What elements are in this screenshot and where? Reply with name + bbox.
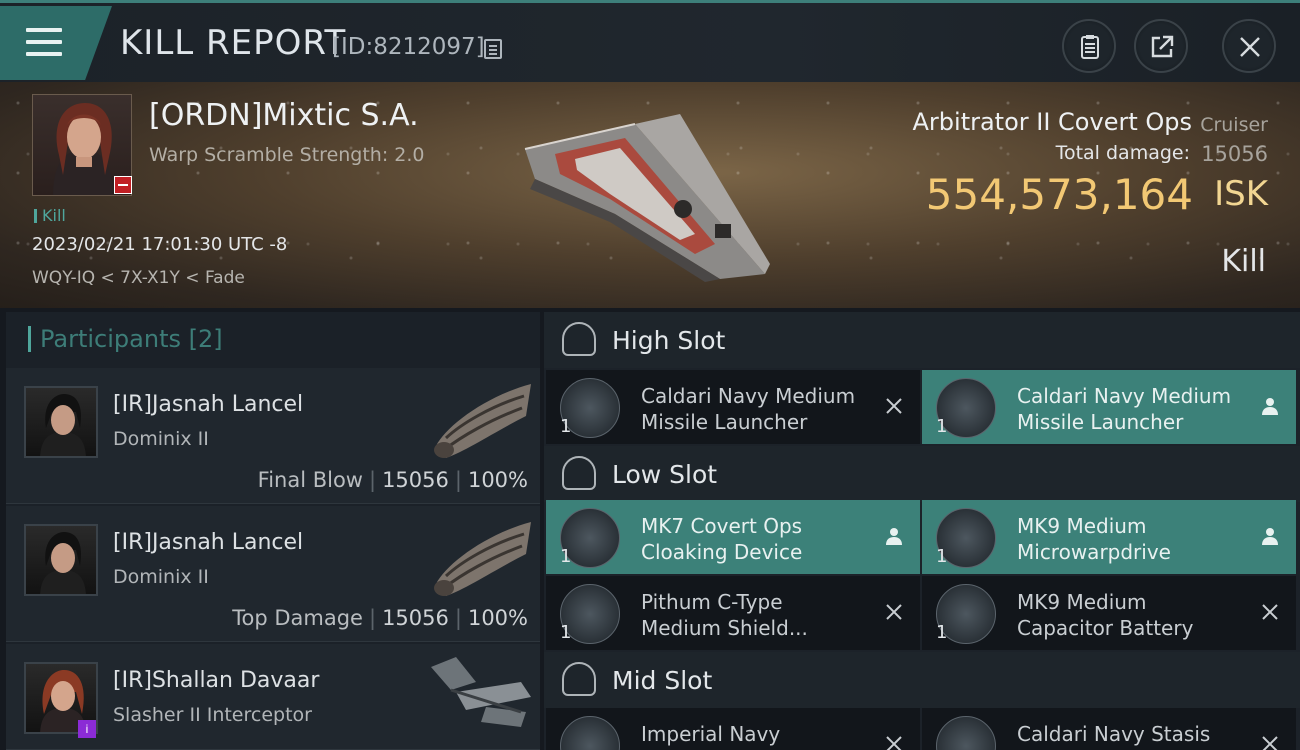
x-mark-icon (1262, 604, 1278, 620)
module-item[interactable]: 1 MK7 Covert Ops Cloaking Device (546, 500, 920, 574)
module-item[interactable]: Imperial Navy (546, 708, 920, 750)
fitting-panel: High Slot 1 Caldari Navy Medium Missile … (544, 312, 1300, 750)
module-item[interactable]: 1 Caldari Navy Medium Missile Launcher (922, 370, 1296, 444)
slot-rack-icon (562, 662, 596, 696)
slot-rack-icon (562, 456, 596, 490)
victim-ship-name[interactable]: Arbitrator II Covert Ops (913, 108, 1193, 136)
clipboard-button[interactable] (1062, 19, 1116, 73)
module-name: Caldari Navy Stasis (1017, 722, 1211, 746)
clipboard-icon (1081, 35, 1099, 59)
x-mark-icon (886, 398, 902, 414)
high-slot-header: High Slot (544, 312, 1300, 368)
avatar (24, 524, 98, 596)
person-icon (1262, 398, 1278, 415)
hamburger-menu-icon (26, 28, 62, 58)
x-mark-icon (886, 736, 902, 750)
module-name: Caldari Navy Medium Missile Launcher (1017, 384, 1232, 434)
participant-row[interactable]: [IR]Jasnah Lancel Dominix II Top Damage |… (6, 506, 540, 642)
stasis-webifier-icon (936, 716, 996, 750)
warp-scramble-strength: Warp Scramble Strength: 2.0 (149, 144, 425, 166)
participant-ship-image (431, 657, 531, 727)
module-item[interactable]: Caldari Navy Stasis (922, 708, 1296, 750)
top-bar: KILL REPORT [ID:8212097] (0, 0, 1300, 82)
participant-row[interactable]: [IR]Jasnah Lancel Dominix II Final Blow |… (6, 368, 540, 504)
kill-outcome: Kill (1221, 244, 1266, 279)
participant-damage: 15056 (382, 468, 449, 492)
menu-button[interactable] (0, 6, 112, 80)
report-id: [ID:8212097] (332, 34, 485, 60)
module-name: Pithum C-Type Medium Shield... (641, 590, 808, 640)
module-name: Caldari Navy Medium Missile Launcher (641, 384, 856, 434)
hostile-badge (114, 176, 132, 194)
participant-role: Top Damage (232, 606, 363, 630)
participants-count: [2] (188, 325, 223, 353)
module-icon (560, 716, 620, 750)
low-slot-label: Low Slot (612, 460, 718, 489)
module-item[interactable]: 1 MK9 Medium Microwarpdrive (922, 500, 1296, 574)
close-button[interactable] (1222, 19, 1276, 73)
participant-stats: Top Damage | 15056 | 100% (232, 606, 528, 630)
share-icon (1151, 35, 1174, 58)
participants-header: Participants [2] (6, 312, 540, 366)
low-slot-header: Low Slot (544, 446, 1300, 502)
participant-name[interactable]: [IR]Jasnah Lancel (113, 392, 303, 417)
person-icon (886, 528, 902, 545)
kill-tag: Kill (34, 206, 66, 225)
participant-stats: Final Blow | 15056 | 100% (257, 468, 528, 492)
person-icon (1262, 528, 1278, 545)
x-mark-icon (1262, 736, 1278, 750)
module-quantity: 1 (560, 546, 572, 567)
module-name: MK9 Medium Capacitor Battery (1017, 590, 1194, 640)
isk-unit: ISK (1214, 174, 1268, 214)
copy-icon[interactable] (484, 39, 502, 59)
module-name: MK9 Medium Microwarpdrive (1017, 514, 1171, 564)
module-item[interactable]: 1 Caldari Navy Medium Missile Launcher (546, 370, 920, 444)
module-item[interactable]: 1 Pithum C-Type Medium Shield... (546, 576, 920, 650)
share-button[interactable] (1134, 19, 1188, 73)
kill-location: WQY-IQ < 7X-X1Y < Fade (32, 268, 245, 288)
close-icon (1240, 37, 1260, 57)
participant-ship-image (434, 522, 531, 596)
info-badge: i (78, 720, 96, 738)
module-quantity: 1 (936, 416, 948, 437)
participant-percent: 100% (467, 468, 528, 492)
victim-summary: [ORDN]Mixtic S.A. Warp Scramble Strength… (0, 82, 1300, 308)
mid-slot-label: Mid Slot (612, 666, 713, 695)
module-quantity: 1 (560, 416, 572, 437)
participant-role: Final Blow (257, 468, 363, 492)
module-item[interactable]: 1 MK9 Medium Capacitor Battery (922, 576, 1296, 650)
avatar (24, 386, 98, 458)
participants-panel: Participants [2] [IR]Jasnah Lancel Domin… (6, 312, 540, 750)
victim-ship-class: Cruiser (1200, 114, 1268, 136)
module-name: Imperial Navy (641, 722, 781, 746)
kill-datetime: 2023/02/21 17:01:30 UTC -8 (32, 234, 288, 255)
victim-ship-image (524, 114, 770, 282)
participant-ship: Dominix II (113, 428, 209, 450)
x-mark-icon (886, 604, 902, 620)
total-damage-value: 15056 (1201, 142, 1268, 166)
module-name: MK7 Covert Ops Cloaking Device (641, 514, 803, 564)
mid-slot-header: Mid Slot (544, 652, 1300, 708)
participants-label: Participants (40, 325, 181, 353)
participant-name[interactable]: [IR]Shallan Davaar (113, 668, 319, 693)
isk-value: 554,573,164 (925, 170, 1193, 219)
participant-row[interactable]: i [IR]Shallan Davaar Slasher II Intercep… (6, 644, 540, 750)
slot-rack-icon (562, 322, 596, 356)
participant-name[interactable]: [IR]Jasnah Lancel (113, 530, 303, 555)
participant-ship: Slasher II Interceptor (113, 704, 312, 726)
participant-percent: 100% (467, 606, 528, 630)
module-quantity: 1 (560, 622, 572, 643)
page-title: KILL REPORT (120, 23, 347, 63)
participant-damage: 15056 (382, 606, 449, 630)
victim-name[interactable]: [ORDN]Mixtic S.A. (149, 98, 419, 133)
module-quantity: 1 (936, 546, 948, 567)
participant-ship: Dominix II (113, 566, 209, 588)
module-quantity: 1 (936, 622, 948, 643)
high-slot-label: High Slot (612, 326, 726, 355)
participant-ship-image (434, 384, 531, 458)
total-damage-label: Total damage: (1055, 142, 1190, 164)
